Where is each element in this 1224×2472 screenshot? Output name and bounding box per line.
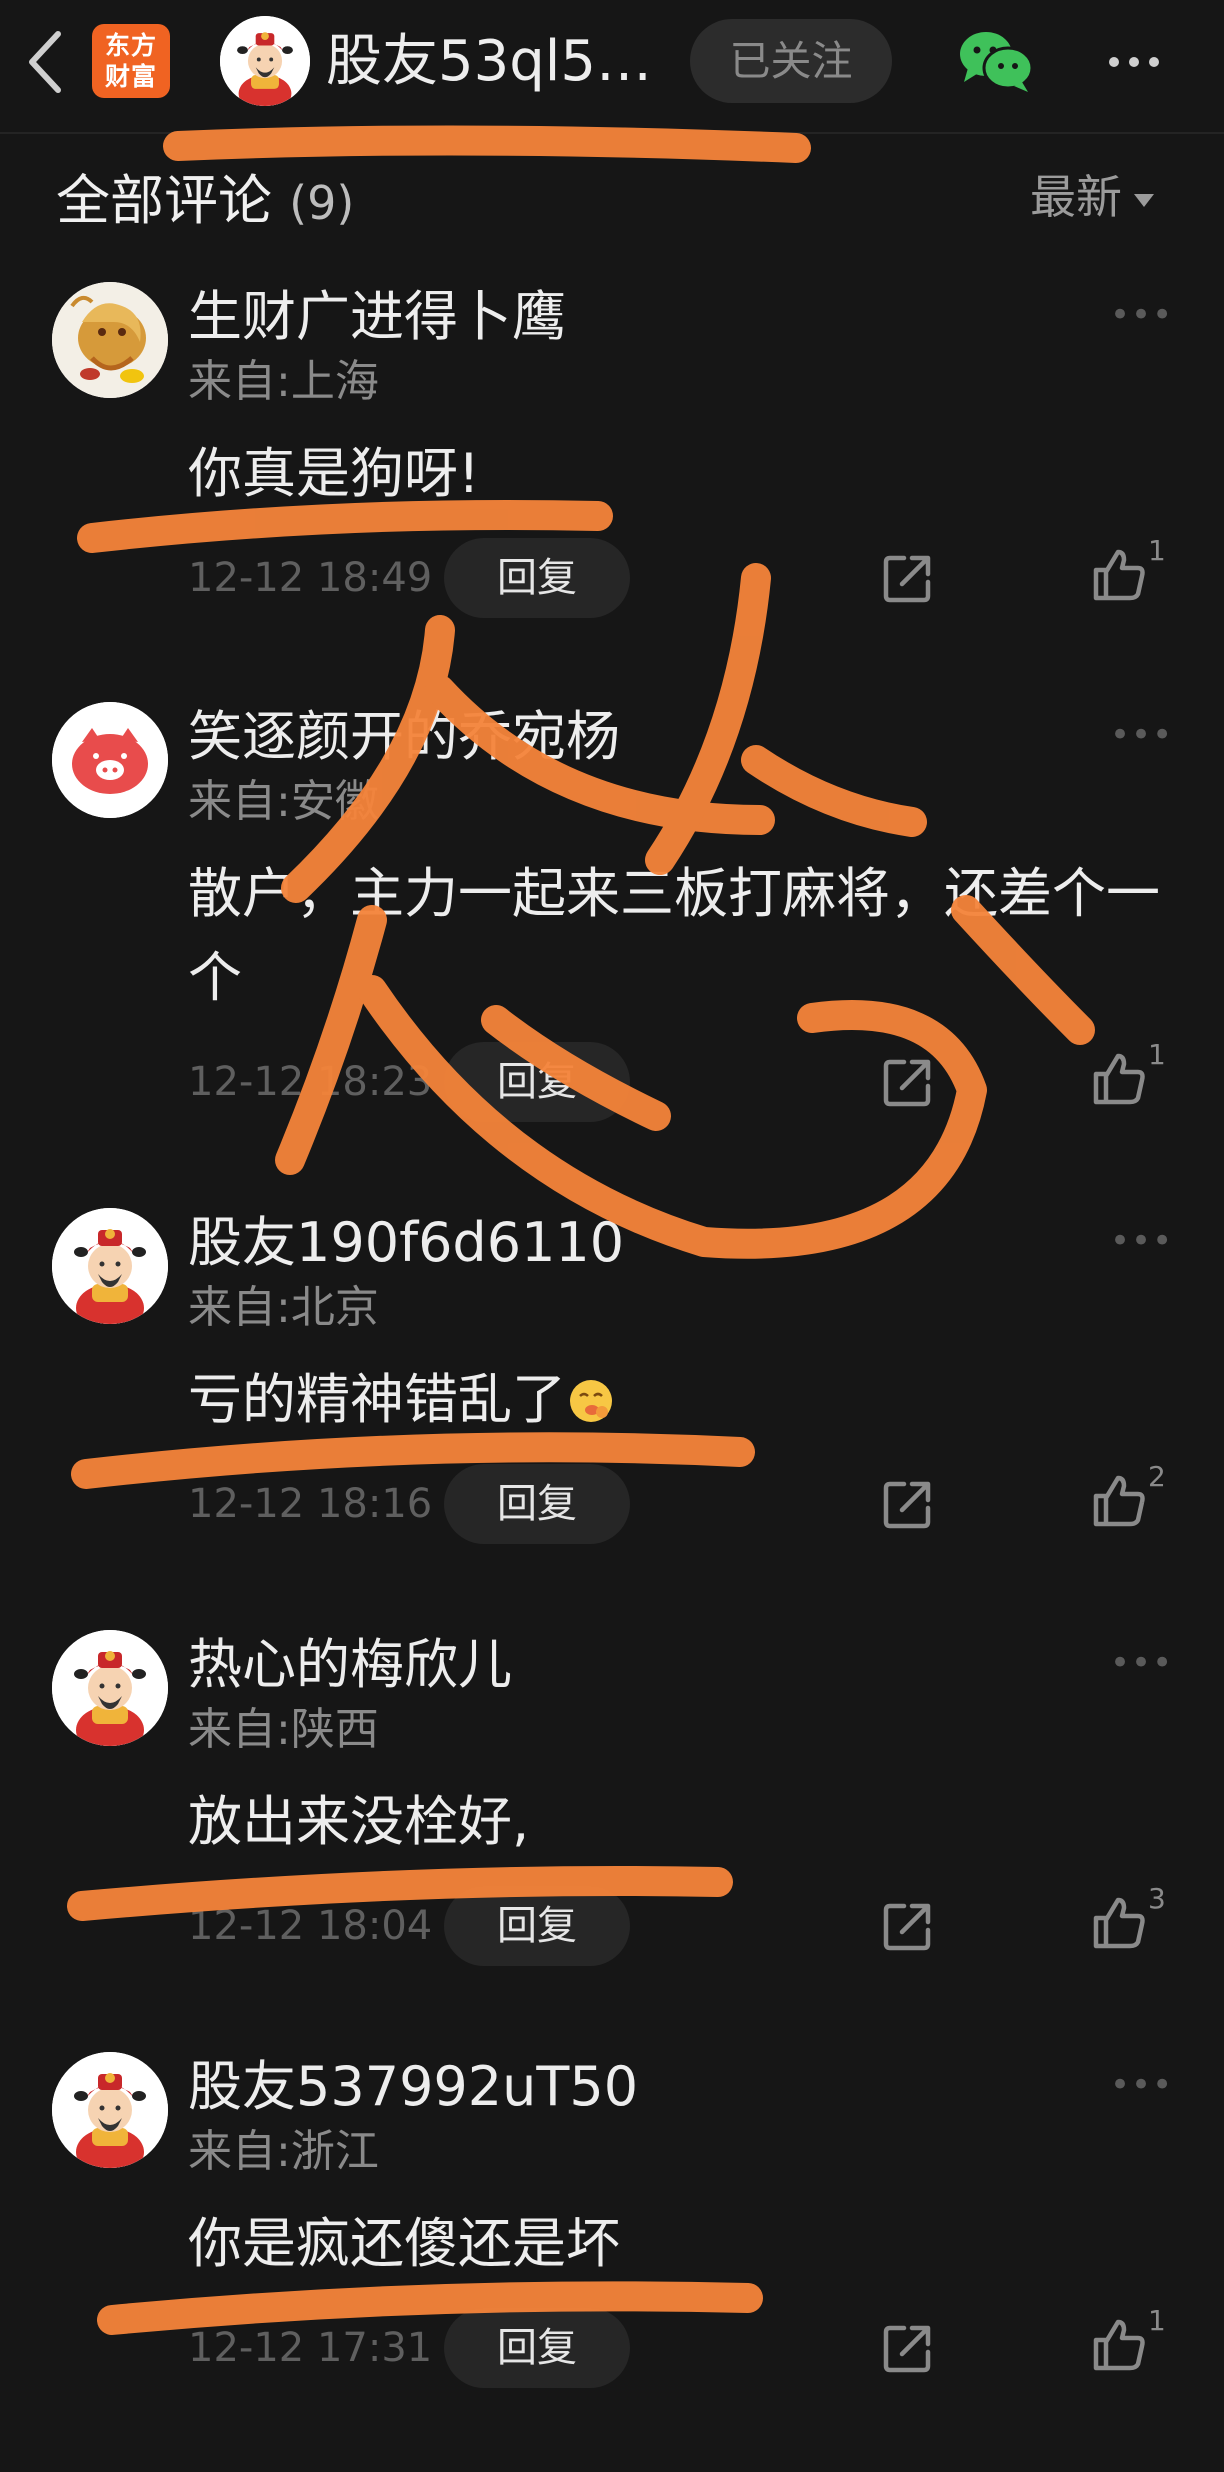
thumbs-up-icon: [1093, 1053, 1145, 1105]
comments-section-title: 全部评论 (9): [56, 166, 354, 236]
thumbs-up-icon: [1093, 2319, 1145, 2371]
commenter-name[interactable]: 股友537992uT50: [188, 2052, 638, 2122]
share-button[interactable]: [878, 1052, 938, 1112]
like-count: 2: [1148, 1460, 1166, 1493]
comment-item: 生财广进得卜鹰 来自:上海 你真是狗呀! ••• 12-12 18:49 回复 …: [0, 282, 1224, 702]
comment-item: 股友537992uT50 来自:浙江 你是疯还傻还是坏 ••• 12-12 17…: [0, 2052, 1224, 2472]
comment-text: 放出来没栓好,: [188, 1790, 530, 1853]
comment-text: 你真是狗呀!: [188, 442, 480, 505]
comment-more-button[interactable]: •••: [1110, 2068, 1172, 2102]
comment-timestamp: 12-12 18:49: [188, 555, 433, 601]
brand-logo[interactable]: 东方 财富: [92, 24, 170, 98]
commenter-name[interactable]: 热心的梅欣儿: [188, 1630, 512, 1700]
reply-button[interactable]: 回复: [444, 2308, 630, 2388]
caret-down-icon: [1134, 194, 1154, 207]
commenter-name[interactable]: 生财广进得卜鹰: [188, 282, 566, 352]
share-icon: [883, 555, 931, 603]
reply-button[interactable]: 回复: [444, 538, 630, 618]
more-dots-icon: [1109, 57, 1159, 67]
comment-more-button[interactable]: •••: [1110, 718, 1172, 752]
share-icon: [883, 1481, 931, 1529]
commenter-location: 来自:上海: [188, 356, 379, 407]
follow-button[interactable]: 已关注: [690, 19, 892, 103]
comment-timestamp: 12-12 18:23: [188, 1059, 433, 1105]
comment-meta-row: 12-12 18:04 回复 3: [0, 1884, 1224, 1966]
wechat-icon: [960, 32, 1034, 92]
comment-item: 笑逐颜开的乔宛杨 来自:安徽 散户，主力一起来三板打麻将，还差个一个 ••• 1…: [0, 702, 1224, 1122]
sort-label: 最新: [1030, 170, 1122, 224]
comment-count: (9): [289, 176, 355, 230]
brand-logo-line1: 东方: [104, 31, 157, 60]
comment-meta-row: 12-12 18:16 回复 2: [0, 1462, 1224, 1544]
comment-text: 散户，主力一起来三板打麻将，还差个一个: [188, 862, 1160, 1009]
like-button[interactable]: 1: [1088, 2306, 1184, 2380]
comment-more-button[interactable]: •••: [1110, 1646, 1172, 1680]
chevron-left-icon: [29, 31, 61, 93]
share-button[interactable]: [878, 1474, 938, 1534]
sort-dropdown[interactable]: 最新: [1030, 162, 1180, 232]
share-button[interactable]: [878, 548, 938, 608]
like-button[interactable]: 3: [1088, 1884, 1184, 1958]
share-icon: [883, 2325, 931, 2373]
pig-avatar-icon: [52, 702, 168, 818]
share-icon: [883, 1903, 931, 1951]
commenter-location: 来自:北京: [188, 1282, 379, 1333]
comment-meta-row: 12-12 18:23 回复 1: [0, 1040, 1224, 1122]
comment-text: 亏的精神错乱了: [188, 1368, 566, 1431]
reply-button[interactable]: 回复: [444, 1042, 630, 1122]
comment-meta-row: 12-12 17:31 回复 1: [0, 2306, 1224, 2388]
commenter-avatar[interactable]: [52, 702, 168, 818]
comment-timestamp: 12-12 17:31: [188, 2325, 433, 2371]
back-button[interactable]: [18, 24, 74, 100]
commenter-name[interactable]: 股友190f6d6110: [188, 1208, 624, 1278]
commenter-location: 来自:安徽: [188, 776, 379, 827]
section-title-text: 全部评论: [56, 169, 272, 232]
like-count: 1: [1148, 2304, 1166, 2337]
thumbs-up-icon: [1093, 549, 1145, 601]
wechat-share-button[interactable]: [956, 24, 1036, 96]
author-avatar[interactable]: [220, 16, 310, 106]
author-name[interactable]: 股友53ql5…: [326, 22, 656, 102]
share-icon: [883, 1059, 931, 1107]
reply-button[interactable]: 回复: [444, 1886, 630, 1966]
fortune-god-avatar-icon: [220, 16, 310, 106]
marker-underline-header: [163, 125, 811, 163]
thumbs-up-icon: [1093, 1475, 1145, 1527]
share-button[interactable]: [878, 2318, 938, 2378]
comment-meta-row: 12-12 18:49 回复 1: [0, 536, 1224, 618]
comment-more-button[interactable]: •••: [1110, 1224, 1172, 1258]
more-options-button[interactable]: [1094, 34, 1174, 90]
comment-item: 热心的梅欣儿 来自:陕西 放出来没栓好, ••• 12-12 18:04 回复 …: [0, 1630, 1224, 2050]
like-button[interactable]: 1: [1088, 1040, 1184, 1114]
like-count: 3: [1148, 1882, 1166, 1915]
thumbs-up-icon: [1093, 1897, 1145, 1949]
golden-dragon-avatar-icon: [52, 282, 168, 398]
like-button[interactable]: 1: [1088, 536, 1184, 610]
like-count: 1: [1148, 534, 1166, 567]
commenter-location: 来自:浙江: [188, 2126, 379, 2177]
comment-timestamp: 12-12 18:04: [188, 1903, 433, 1949]
like-button[interactable]: 2: [1088, 1462, 1184, 1536]
comment-timestamp: 12-12 18:16: [188, 1481, 433, 1527]
commenter-avatar[interactable]: [52, 1208, 168, 1324]
dizzy-face-emoji-icon: [570, 1380, 612, 1422]
commenter-avatar[interactable]: [52, 1630, 168, 1746]
commenter-avatar[interactable]: [52, 2052, 168, 2168]
commenter-name[interactable]: 笑逐颜开的乔宛杨: [188, 702, 620, 772]
share-button[interactable]: [878, 1896, 938, 1956]
brand-logo-line2: 财富: [104, 62, 157, 91]
comment-text-wrap: 亏的精神错乱了: [188, 1358, 1168, 1442]
comment-item: 股友190f6d6110 来自:北京 亏的精神错乱了 ••• 12-12 18:…: [0, 1208, 1224, 1628]
comment-more-button[interactable]: •••: [1110, 298, 1172, 332]
fortune-god-avatar-icon: [52, 1208, 168, 1324]
header-divider: [0, 132, 1224, 134]
like-count: 1: [1148, 1038, 1166, 1071]
fortune-god-avatar-icon: [52, 1630, 168, 1746]
top-bar: 东方 财富 股友53ql5… 已关注: [0, 0, 1224, 124]
commenter-location: 来自:陕西: [188, 1704, 379, 1755]
commenter-avatar[interactable]: [52, 282, 168, 398]
comment-text: 你是疯还傻还是坏: [188, 2212, 620, 2275]
fortune-god-avatar-icon: [52, 2052, 168, 2168]
reply-button[interactable]: 回复: [444, 1464, 630, 1544]
